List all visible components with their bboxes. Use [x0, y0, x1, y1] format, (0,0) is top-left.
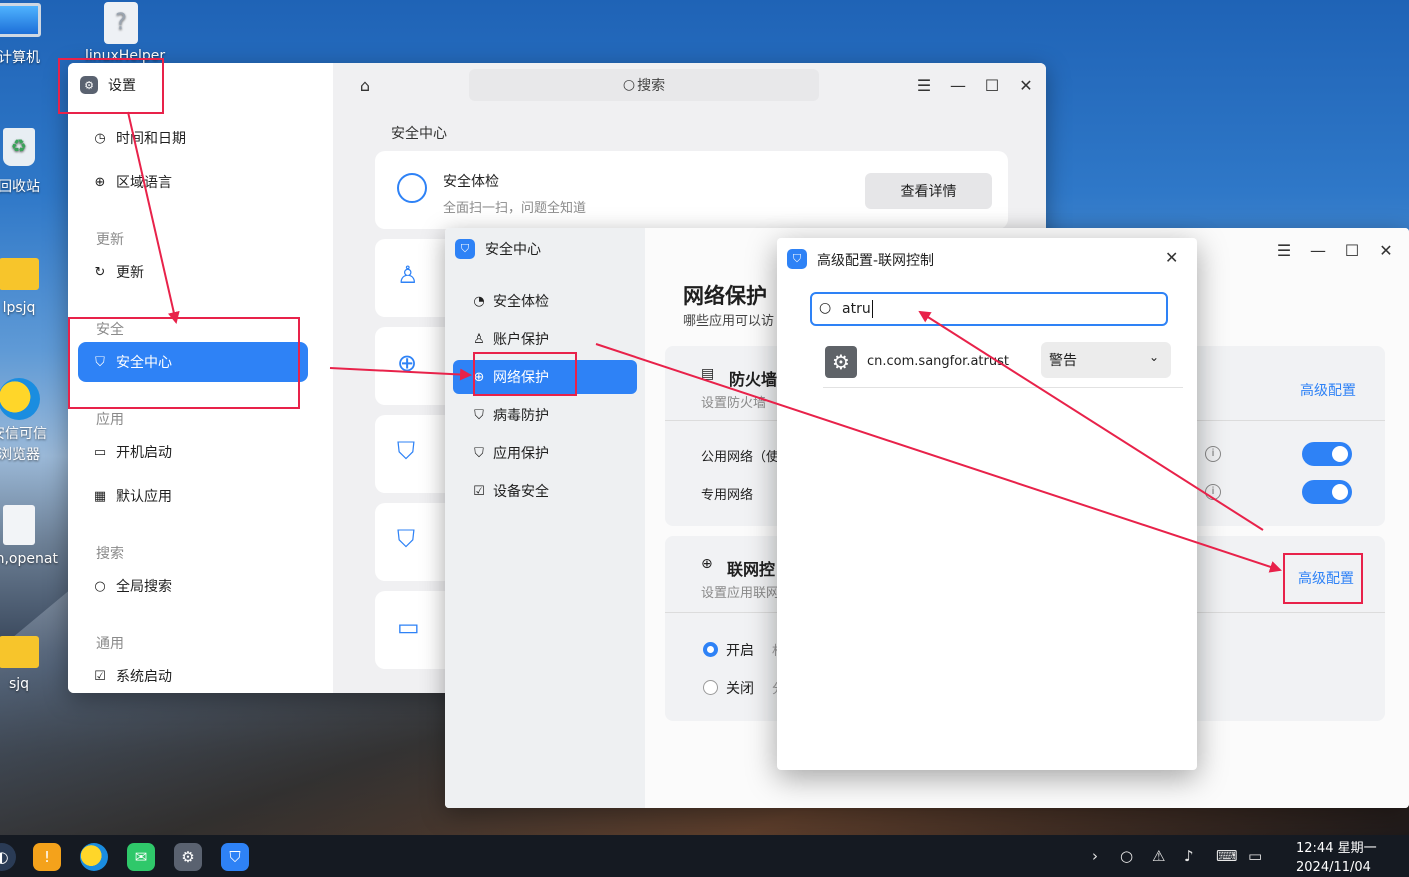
arrow-to-network-protection	[329, 367, 472, 381]
annotation-arrows	[127, 111, 1282, 573]
arrow-to-search-box	[918, 310, 1264, 531]
arrow-settings-to-security	[127, 111, 180, 324]
arrow-to-advanced-config	[595, 343, 1282, 573]
